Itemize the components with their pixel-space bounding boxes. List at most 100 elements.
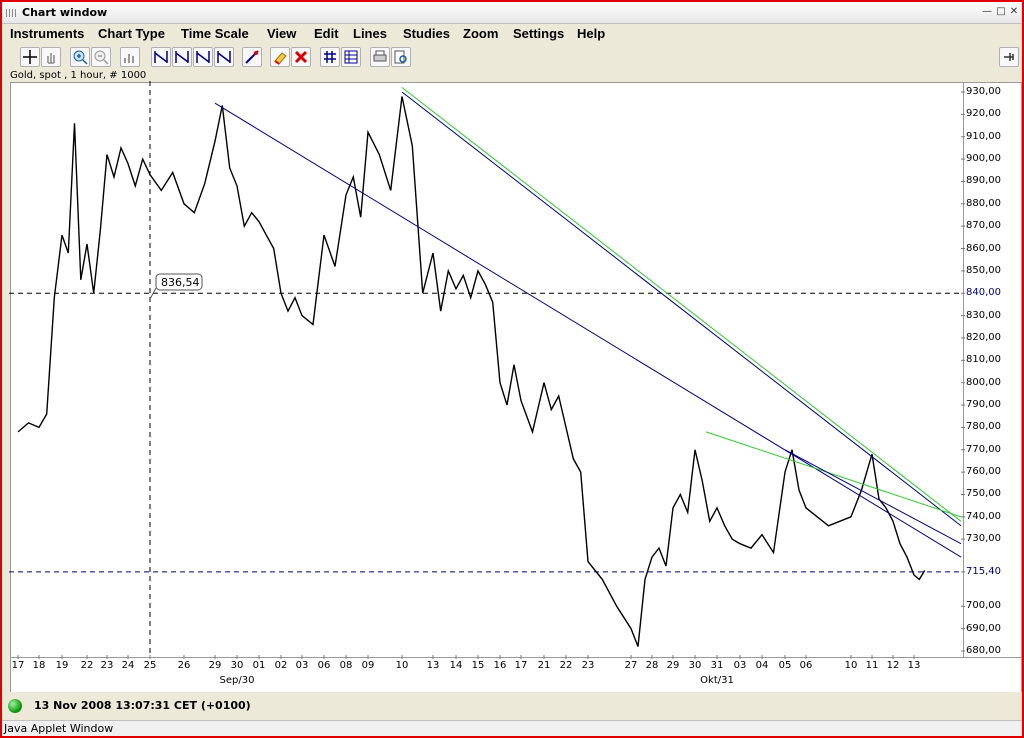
x-tick-label: 10 xyxy=(395,660,409,671)
menu-edit[interactable]: Edit xyxy=(314,26,339,41)
table-icon[interactable] xyxy=(341,47,361,67)
menu-view[interactable]: View xyxy=(267,26,296,41)
y-tick-label: 750,00 xyxy=(966,488,1001,500)
x-tick-label: 06 xyxy=(799,660,813,671)
x-tick-label: 30 xyxy=(230,660,244,671)
y-tick-label: 790,00 xyxy=(966,399,1001,411)
x-tick-label: 17 xyxy=(514,660,528,671)
menu-zoom[interactable]: Zoom xyxy=(463,26,498,41)
x-tick-label: 30 xyxy=(688,660,702,671)
y-tick-label: 700,00 xyxy=(966,600,1001,612)
x-month-label: Okt/31 xyxy=(700,675,734,686)
y-tick-label: 870,00 xyxy=(966,220,1001,232)
bar-chart-icon[interactable] xyxy=(120,47,140,67)
y-tick-label: 860,00 xyxy=(966,242,1001,254)
plot-area[interactable] xyxy=(10,82,964,658)
y-tick-label: 880,00 xyxy=(966,197,1001,209)
x-tick-label: 14 xyxy=(449,660,463,671)
menu-settings[interactable]: Settings xyxy=(513,26,564,41)
y-tick-label: 920,00 xyxy=(966,108,1001,120)
x-tick-label: 04 xyxy=(755,660,769,671)
x-tick-label: 16 xyxy=(493,660,507,671)
x-tick-label: 03 xyxy=(295,660,309,671)
x-tick-label: 23 xyxy=(100,660,114,671)
y-tick-label: 770,00 xyxy=(966,443,1001,455)
line-study-4-icon[interactable] xyxy=(214,47,234,67)
y-tick-label: 740,00 xyxy=(966,510,1001,522)
y-tick-label: 730,00 xyxy=(966,533,1001,545)
line-study-1-icon[interactable] xyxy=(151,47,171,67)
y-tick-label: 800,00 xyxy=(966,376,1001,388)
grid-icon[interactable] xyxy=(320,47,340,67)
line-study-3-icon[interactable] xyxy=(193,47,213,67)
y-tick-label: 690,00 xyxy=(966,622,1001,634)
x-tick-label: 17 xyxy=(11,660,25,671)
y-tick-label: 830,00 xyxy=(966,309,1001,321)
x-tick-label: 28 xyxy=(645,660,659,671)
x-tick-label: 24 xyxy=(121,660,135,671)
x-tick-label: 23 xyxy=(581,660,595,671)
x-tick-label: 25 xyxy=(143,660,157,671)
x-tick-label: 22 xyxy=(559,660,573,671)
y-tick-label: 890,00 xyxy=(966,175,1001,187)
menu-instruments[interactable]: Instruments xyxy=(10,26,84,41)
connection-status-icon xyxy=(8,699,22,713)
print-preview-icon[interactable] xyxy=(391,47,411,67)
line-draw-icon[interactable] xyxy=(242,47,262,67)
y-tick-label: 850,00 xyxy=(966,264,1001,276)
y-tick-label: 820,00 xyxy=(966,331,1001,343)
x-tick-label: 29 xyxy=(666,660,680,671)
y-tick-label: 840,00 xyxy=(966,287,1001,299)
x-tick-label: 13 xyxy=(426,660,440,671)
x-tick-label: 21 xyxy=(537,660,551,671)
x-tick-label: 13 xyxy=(907,660,921,671)
y-tick-label: 910,00 xyxy=(966,130,1001,142)
toolbar xyxy=(2,45,1022,70)
x-tick-label: 26 xyxy=(177,660,191,671)
hand-icon[interactable] xyxy=(41,47,61,67)
menu-studies[interactable]: Studies xyxy=(403,26,450,41)
x-tick-label: 18 xyxy=(32,660,46,671)
menu-time-scale[interactable]: Time Scale xyxy=(181,26,249,41)
x-month-label: Sep/30 xyxy=(219,675,255,686)
eraser-icon[interactable] xyxy=(270,47,290,67)
chart-caption: Gold, spot , 1 hour, # 1000 xyxy=(10,70,147,81)
chart-window: Chart window — □ ✕ Instruments Chart Typ… xyxy=(0,0,1024,738)
print-icon[interactable] xyxy=(370,47,390,67)
menu-bar: Instruments Chart Type Time Scale View E… xyxy=(2,24,1022,45)
zoom-in-icon[interactable] xyxy=(70,47,90,67)
line-study-2-icon[interactable] xyxy=(172,47,192,67)
delete-icon[interactable] xyxy=(291,47,311,67)
zoom-out-icon[interactable] xyxy=(91,47,111,67)
close-button[interactable]: ✕ xyxy=(1007,5,1021,19)
pin-icon[interactable] xyxy=(999,47,1019,67)
x-tick-label: 06 xyxy=(317,660,331,671)
x-tick-label: 03 xyxy=(733,660,747,671)
x-tick-label: 05 xyxy=(778,660,792,671)
x-tick-label: 02 xyxy=(274,660,288,671)
applet-label: Java Applet Window xyxy=(4,722,114,735)
maximize-button[interactable]: □ xyxy=(994,5,1008,19)
x-tick-label: 11 xyxy=(865,660,879,671)
x-tick-label: 29 xyxy=(208,660,222,671)
x-tick-label: 01 xyxy=(252,660,266,671)
crosshair-icon[interactable] xyxy=(20,47,40,67)
y-tick-label: 780,00 xyxy=(966,421,1001,433)
window-title: Chart window xyxy=(22,6,108,19)
y-tick-label: 680,00 xyxy=(966,645,1001,656)
y-tick-label: 715,40 xyxy=(966,565,1001,577)
x-tick-label: 10 xyxy=(844,660,858,671)
y-tick-label: 930,00 xyxy=(966,86,1001,97)
x-tick-label: 12 xyxy=(886,660,900,671)
y-tick-label: 810,00 xyxy=(966,354,1001,366)
status-datetime: 13 Nov 2008 13:07:31 CET (+0100) xyxy=(34,699,251,712)
applet-footer: Java Applet Window xyxy=(2,720,1022,736)
status-bar: 13 Nov 2008 13:07:31 CET (+0100) xyxy=(2,694,1022,718)
title-bar: Chart window — □ ✕ xyxy=(2,2,1022,24)
menu-lines[interactable]: Lines xyxy=(353,26,387,41)
menu-help[interactable]: Help xyxy=(577,26,605,41)
y-tick-label: 760,00 xyxy=(966,466,1001,478)
menu-chart-type[interactable]: Chart Type xyxy=(98,26,165,41)
x-tick-label: 19 xyxy=(55,660,69,671)
minimize-button[interactable]: — xyxy=(980,5,994,19)
